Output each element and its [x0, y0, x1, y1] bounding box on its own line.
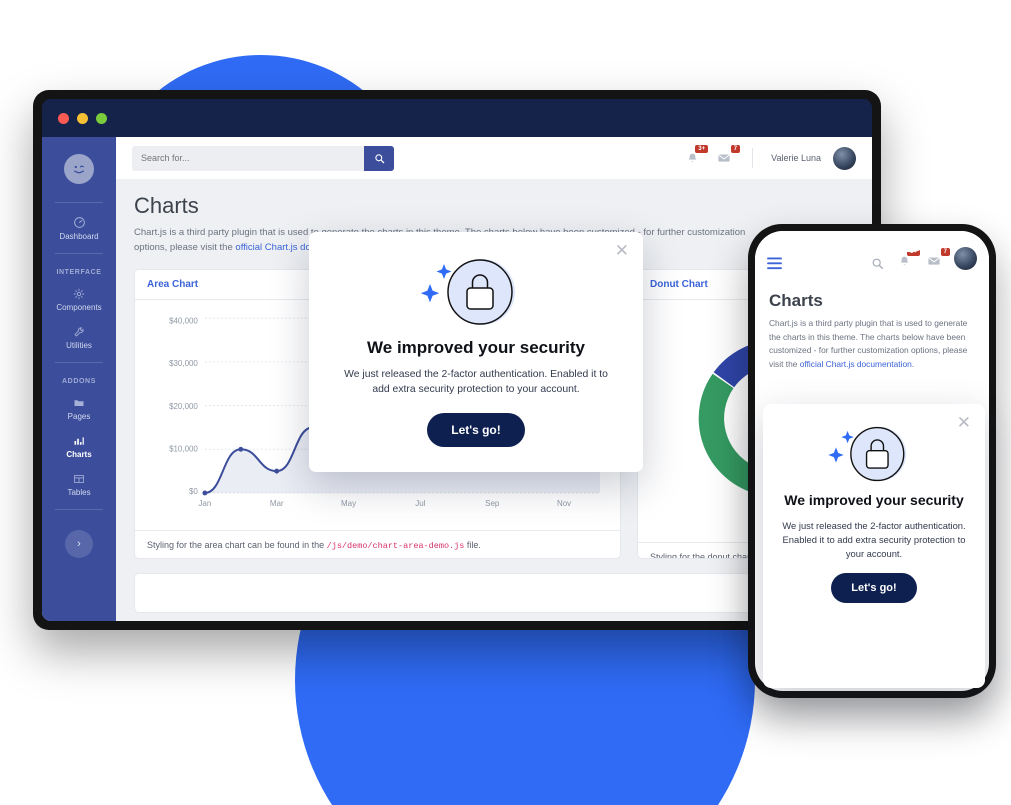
wrench-icon	[73, 325, 85, 338]
hamburger-menu-icon[interactable]	[767, 257, 782, 270]
sidebar-item-label: Utilities	[66, 341, 92, 350]
sidebar-item-pages[interactable]: Pages	[42, 389, 116, 427]
area-footer-code: /js/demo/chart-area-demo.js	[326, 540, 465, 551]
modal-body-text: We just released the 2-factor authentica…	[344, 369, 608, 396]
lock-illustration	[335, 246, 617, 338]
sidebar-divider	[55, 509, 103, 510]
lock-icon	[420, 259, 515, 325]
svg-text:$0: $0	[189, 488, 198, 497]
sidebar-item-label: Dashboard	[59, 232, 99, 241]
svg-text:Sep: Sep	[485, 500, 500, 509]
phone-notch	[818, 231, 926, 252]
svg-text:May: May	[341, 500, 356, 509]
svg-text:Jan: Jan	[198, 500, 211, 509]
modal-heading: We improved your security	[784, 492, 964, 508]
table-icon	[73, 472, 85, 485]
area-footer-text-before: Styling for the area chart can be found …	[147, 539, 327, 550]
sidebar-item-label: Charts	[66, 450, 92, 459]
search-icon[interactable]	[871, 257, 884, 270]
top-navigation-bar: 3+ 7 Valerie Luna	[116, 137, 872, 179]
page-title: Charts	[134, 193, 199, 218]
phone-chartjs-documentation-link[interactable]: official Chart.js documentation	[800, 359, 912, 369]
bell-icon	[688, 153, 696, 162]
messages-badge: 7	[730, 145, 741, 153]
alerts-badge: 3+	[695, 145, 709, 153]
user-name: Valerie Luna	[771, 153, 821, 163]
chevron-right-icon: ›	[77, 538, 81, 550]
folder-icon	[73, 396, 85, 409]
phone-page-content: Charts Chart.js is a third party plugin …	[755, 279, 989, 371]
phone-user-avatar[interactable]	[954, 247, 977, 270]
window-titlebar	[42, 99, 872, 137]
sidebar-item-dashboard[interactable]: Dashboard	[42, 209, 116, 247]
lock-icon	[828, 426, 907, 482]
sidebar-item-label: Pages	[67, 412, 91, 421]
sidebar-item-utilities[interactable]: Utilities	[42, 318, 116, 356]
bell-icon	[900, 256, 908, 265]
sidebar-item-label: Tables	[67, 488, 91, 497]
sidebar-heading-addons: ADDONS	[62, 378, 96, 385]
lock-illustration	[781, 416, 967, 492]
phone-alerts-button[interactable]: 3+	[894, 248, 920, 270]
gear-icon	[73, 287, 85, 300]
gauge-icon	[73, 216, 86, 229]
svg-text:Nov: Nov	[557, 500, 571, 509]
sidebar-item-label: Components	[56, 303, 102, 312]
sidebar-item-charts[interactable]: Charts	[42, 427, 116, 465]
phone-page-title: Charts	[769, 291, 823, 310]
phone-desc-after: .	[911, 358, 915, 369]
sidebar-item-tables[interactable]: Tables	[42, 465, 116, 503]
security-modal-desktop: ✕ We improved your security We just rele…	[309, 232, 643, 472]
lets-go-button[interactable]: Let's go!	[427, 413, 525, 448]
wink-face-logo[interactable]	[64, 154, 94, 184]
user-avatar[interactable]	[833, 146, 856, 170]
sidebar-toggle-button[interactable]: ›	[65, 530, 93, 558]
alerts-button[interactable]: 3+	[682, 145, 709, 167]
topbar-divider	[752, 148, 754, 168]
svg-text:$10,000: $10,000	[169, 445, 198, 454]
search-bar[interactable]	[132, 145, 394, 171]
phone-messages-badge: 7	[940, 248, 950, 256]
phone-page-description: Chart.js is a third party plugin that is…	[769, 317, 975, 371]
envelope-icon	[928, 257, 940, 265]
window-maximize-button[interactable]	[96, 112, 107, 124]
svg-text:Jul: Jul	[415, 500, 425, 509]
area-chart-footer: Styling for the area chart can be found …	[135, 529, 620, 558]
sidebar-divider	[55, 202, 103, 203]
phone-messages-button[interactable]: 7	[924, 248, 950, 270]
modal-body-text: We just released the 2-factor authentica…	[782, 519, 966, 559]
svg-text:$30,000: $30,000	[169, 360, 198, 369]
next-chart-card-partial	[134, 573, 854, 614]
sidebar-navigation: Dashboard INTERFACE Components Utilities…	[42, 137, 116, 621]
area-footer-text-after: file.	[464, 539, 481, 550]
modal-heading: We improved your security	[367, 338, 585, 357]
svg-text:Mar: Mar	[270, 500, 284, 509]
wink-face-icon	[74, 165, 84, 174]
window-close-button[interactable]	[58, 112, 69, 124]
search-input[interactable]	[132, 145, 364, 171]
security-modal-mobile: ✕ We improved your security We just rele…	[763, 404, 985, 688]
messages-button[interactable]: 7	[714, 145, 741, 167]
svg-text:$40,000: $40,000	[169, 317, 198, 326]
sidebar-item-components[interactable]: Components	[42, 280, 116, 318]
lets-go-button[interactable]: Let's go!	[831, 572, 917, 603]
sidebar-divider	[55, 253, 103, 254]
sidebar-heading-interface: INTERFACE	[56, 269, 102, 276]
window-minimize-button[interactable]	[77, 112, 88, 124]
composition-stage: Dashboard INTERFACE Components Utilities…	[0, 0, 1011, 805]
search-icon	[374, 153, 384, 163]
sidebar-divider	[55, 362, 103, 363]
search-button[interactable]	[364, 145, 394, 171]
svg-text:$20,000: $20,000	[169, 402, 198, 411]
bar-chart-icon	[73, 434, 85, 447]
envelope-icon	[718, 154, 730, 162]
